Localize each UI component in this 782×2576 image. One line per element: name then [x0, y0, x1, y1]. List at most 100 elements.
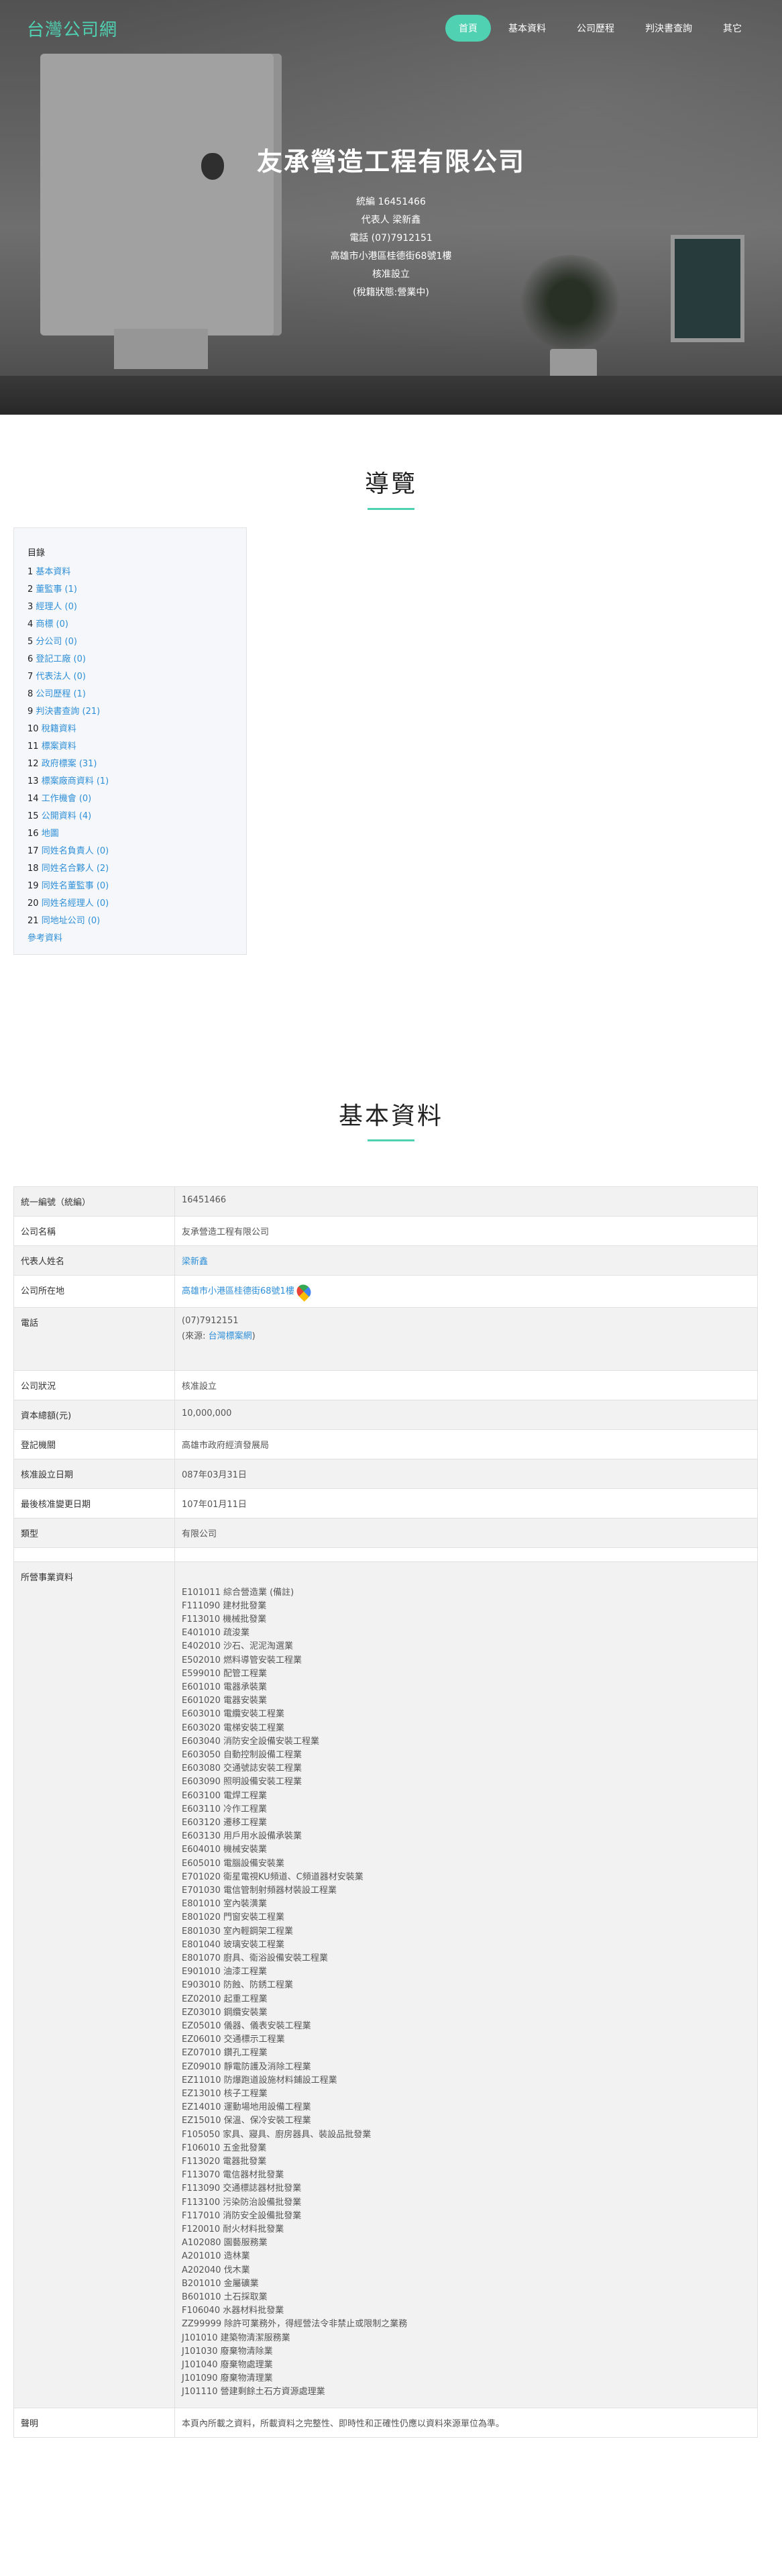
toc-item-number: 15 [27, 811, 39, 821]
toc-item: 12 政府標案 (31) [27, 756, 233, 773]
business-item: EZ15010 保溫、保冷安裝工程業 [182, 2116, 311, 2126]
toc-item-link[interactable]: 基本資料 [36, 567, 70, 577]
hero-address: 高雄市小港區桂德街68號1樓 [330, 251, 452, 262]
table-row: 核准設立日期 087年03月31日 [13, 1458, 758, 1489]
brand-logo[interactable]: 台灣公司網 [27, 16, 117, 41]
toc-item-link[interactable]: 標案廠商資料 (1) [42, 776, 109, 786]
business-items-spacer [182, 1570, 750, 1586]
hero-status: 核准設立 [372, 269, 410, 280]
toc-item-number: 1 [27, 567, 34, 577]
toc-item-number: 7 [27, 672, 34, 682]
business-item: EZ13010 核子工程業 [182, 2089, 268, 2100]
table-row: 登記機關 高雄市政府經濟發展局 [13, 1429, 758, 1459]
business-item: EZ03010 鋼纜安裝業 [182, 2007, 268, 2018]
toc-item-link[interactable]: 董監事 (1) [36, 584, 77, 595]
phone-source-prefix: (來源: [182, 1331, 209, 1341]
business-item: E903010 防蝕、防銹工程業 [182, 1980, 293, 1991]
toc-item-link[interactable]: 經理人 (0) [36, 602, 77, 612]
toc-item-link[interactable]: 商標 (0) [36, 619, 68, 629]
business-item: E401010 疏浚業 [182, 1628, 249, 1639]
business-item: F113010 機械批發業 [182, 1614, 267, 1625]
business-item: B601010 土石採取業 [182, 2292, 268, 2303]
google-maps-icon[interactable] [293, 1281, 314, 1302]
toc-item-number: 10 [27, 724, 39, 734]
row-key: 最後核准變更日期 [13, 1488, 175, 1518]
row-value: 核准設立 [174, 1370, 758, 1400]
hero-content: 友承營造工程有限公司 統編 16451466 代表人 梁新鑫 電話 (07)79… [0, 141, 782, 305]
toc-item-number: 18 [27, 864, 39, 874]
phone-cell: (07)7912151 (來源: 台灣標案網) [174, 1306, 758, 1371]
business-item: EZ11010 防爆跑道設施材料鋪設工程業 [182, 2075, 337, 2085]
toc-item-link[interactable]: 工作機會 (0) [42, 794, 92, 804]
row-value: 16451466 [174, 1186, 758, 1217]
toc-item-link[interactable]: 登記工廠 (0) [36, 654, 86, 664]
business-item: E603120 遷移工程業 [182, 1817, 267, 1828]
row-key: 公司名稱 [13, 1216, 175, 1246]
business-item: E901010 油漆工程業 [182, 1967, 267, 1977]
nav-item-other[interactable]: 其它 [710, 15, 755, 42]
business-item: E801030 室內輕鋼架工程業 [182, 1926, 293, 1937]
address-link[interactable]: 高雄市小港區桂德街68號1樓 [182, 1286, 294, 1296]
toc-item-link[interactable]: 代表法人 (0) [36, 672, 86, 682]
toc-item-link[interactable]: 同姓名經理人 (0) [42, 898, 109, 909]
phone-value: (07)7912151 [182, 1315, 239, 1326]
toc-reference-link[interactable]: 參考資料 [27, 930, 233, 947]
row-key: 類型 [13, 1517, 175, 1548]
toc-item: 3 經理人 (0) [27, 599, 233, 616]
toc-item: 14 工作機會 (0) [27, 790, 233, 808]
toc-item-link[interactable]: 公開資料 (4) [42, 811, 92, 821]
business-item: E603100 電焊工程業 [182, 1790, 267, 1801]
representative-link[interactable]: 梁新鑫 [182, 1257, 208, 1267]
toc-item-link[interactable]: 標案資料 [42, 741, 76, 752]
table-row: 電話 (07)7912151 (來源: 台灣標案網) [13, 1306, 758, 1371]
toc-item: 18 同姓名合夥人 (2) [27, 860, 233, 878]
row-value: 087年03月31日 [174, 1458, 758, 1489]
toc-item: 1 基本資料 [27, 564, 233, 581]
toc-item-link[interactable]: 同姓名負責人 (0) [42, 846, 109, 856]
hero-representative: 代表人 梁新鑫 [361, 215, 421, 225]
toc-item-link[interactable]: 同姓名合夥人 (2) [42, 864, 109, 874]
toc-item: 19 同姓名董監事 (0) [27, 878, 233, 895]
business-item: F111090 建材批發業 [182, 1600, 267, 1611]
nav-item-judgments[interactable]: 判決書查詢 [632, 15, 706, 42]
row-value: 友承營造工程有限公司 [174, 1216, 758, 1246]
toc-item: 20 同姓名經理人 (0) [27, 895, 233, 913]
toc-heading: 目錄 [27, 548, 46, 558]
table-row: 最後核准變更日期 107年01月11日 [13, 1488, 758, 1518]
business-item: E701030 電信管制射頻器材裝設工程業 [182, 1885, 337, 1896]
row-value: 有限公司 [174, 1517, 758, 1548]
toc-item-link[interactable]: 同地址公司 (0) [42, 916, 101, 926]
business-item: E801070 廚具、衛浴設備安裝工程業 [182, 1953, 328, 1963]
toc-item-link[interactable]: 判決書查詢 (21) [36, 707, 100, 717]
table-row: 代表人姓名 梁新鑫 [13, 1245, 758, 1276]
toc-item-number: 9 [27, 707, 34, 717]
business-item: EZ07010 鑽孔工程業 [182, 2048, 268, 2059]
toc-item: 5 分公司 (0) [27, 633, 233, 651]
basic-info-title-underline [368, 1139, 414, 1141]
toc-item: 21 同地址公司 (0) [27, 913, 233, 930]
table-row: 統一編號（統編） 16451466 [13, 1186, 758, 1217]
phone-source-link[interactable]: 台灣標案網 [209, 1331, 252, 1341]
row-key: 聲明 [13, 2407, 175, 2438]
toc-list: 1 基本資料 2 董監事 (1) 3 經理人 (0) 4 商標 (0) 5 分公司 (0… [27, 564, 233, 930]
toc-item-link[interactable]: 分公司 (0) [36, 637, 77, 647]
business-item: E502010 燃料導管安裝工程業 [182, 1655, 302, 1665]
toc-item-link[interactable]: 同姓名董監事 (0) [42, 881, 109, 891]
row-value: 本頁內所載之資料，所載資料之完整性、即時性和正確性仍應以資料來源單位為準。 [174, 2407, 758, 2438]
toc-item-link[interactable]: 公司歷程 (1) [36, 689, 86, 699]
business-item: A202040 伐木業 [182, 2265, 250, 2275]
business-item: E603130 用戶用水設備承裝業 [182, 1831, 302, 1842]
hero-phone: 電話 (07)7912151 [349, 233, 433, 244]
nav-item-basic-info[interactable]: 基本資料 [495, 15, 559, 42]
nav-item-history[interactable]: 公司歷程 [563, 15, 628, 42]
table-row [13, 1547, 758, 1562]
business-item: E603050 自動控制設備工程業 [182, 1749, 302, 1760]
toc-item-link[interactable]: 政府標案 (31) [42, 759, 97, 769]
nav-item-home[interactable]: 首頁 [445, 15, 491, 42]
row-key-empty [13, 1547, 175, 1562]
toc-item-number: 14 [27, 794, 39, 804]
business-item: EZ06010 交通標示工程業 [182, 2034, 285, 2045]
business-item: EZ05010 儀器、儀表安裝工程業 [182, 2021, 311, 2031]
toc-item-link[interactable]: 地圖 [42, 829, 59, 839]
toc-item-link[interactable]: 稅籍資料 [42, 724, 76, 734]
